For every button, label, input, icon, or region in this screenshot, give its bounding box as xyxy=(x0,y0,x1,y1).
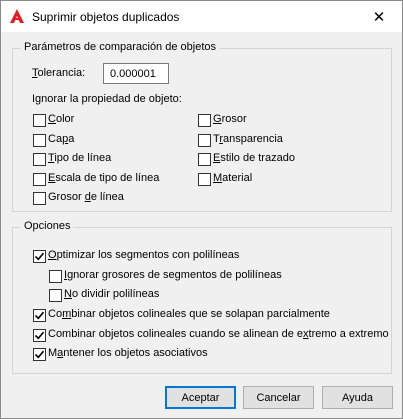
prop-lineweight-checkbox[interactable] xyxy=(33,192,46,205)
prop-thickness-checkbox[interactable] xyxy=(198,114,211,127)
close-button[interactable]: ✕ xyxy=(356,1,402,32)
prop-material-checkbox[interactable] xyxy=(198,173,211,186)
option-combine-overlapping-checkbox[interactable] xyxy=(33,309,46,322)
option-keep-associative-checkbox[interactable] xyxy=(33,348,46,361)
prop-plot-style-checkbox[interactable] xyxy=(198,153,211,166)
prop-plot-style-label: Estilo de trazado xyxy=(213,152,295,164)
option-optimize-polylines-label: Optimizar los segmentos con polilíneas xyxy=(48,249,240,261)
checkmark-icon xyxy=(34,252,45,261)
prop-material-label: Material xyxy=(213,172,253,184)
option-combine-end-to-end-checkbox[interactable] xyxy=(33,329,46,342)
checkmark-icon xyxy=(34,331,45,340)
option-optimize-polylines-checkbox[interactable] xyxy=(33,250,46,263)
prop-color-checkbox[interactable] xyxy=(33,114,46,127)
window-title: Suprimir objetos duplicados xyxy=(32,10,180,24)
checkmark-icon xyxy=(34,350,45,359)
tolerance-input[interactable] xyxy=(103,63,169,84)
prop-layer-checkbox[interactable] xyxy=(33,134,46,147)
title-bar: Suprimir objetos duplicados ✕ xyxy=(1,1,402,32)
prop-thickness-label: Grosor xyxy=(213,113,247,125)
comparison-params-title: Parámetros de comparación de objetos xyxy=(21,41,219,53)
options-title: Opciones xyxy=(21,220,74,232)
prop-linetype-checkbox[interactable] xyxy=(33,153,46,166)
accept-button[interactable]: Aceptar xyxy=(165,386,236,409)
tolerance-label: Tolerancia: xyxy=(32,67,86,79)
help-button[interactable]: Ayuda xyxy=(322,386,393,409)
prop-lineweight-label: Grosor de línea xyxy=(48,191,124,203)
option-no-break-polylines-label: No dividir polilíneas xyxy=(64,288,160,300)
checkmark-icon xyxy=(34,311,45,320)
cancel-button[interactable]: Cancelar xyxy=(243,386,314,409)
option-combine-end-to-end-label: Combinar objetos colineales cuando se al… xyxy=(48,328,389,340)
option-keep-associative-label: Mantener los objetos asociativos xyxy=(48,347,208,359)
prop-color-label: Color xyxy=(48,113,75,125)
prop-linetype-scale-label: Escala de tipo de línea xyxy=(48,172,160,184)
prop-transparency-checkbox[interactable] xyxy=(198,134,211,147)
option-no-break-polylines-checkbox[interactable] xyxy=(49,289,62,302)
ignore-properties-label: Ignorar la propiedad de objeto: xyxy=(32,93,182,105)
prop-transparency-label: Transparencia xyxy=(213,133,283,145)
dialog-window: Suprimir objetos duplicados ✕ Parámetros… xyxy=(0,0,403,419)
prop-layer-label: Capa xyxy=(48,133,75,145)
option-ignore-polyline-widths-checkbox[interactable] xyxy=(49,270,62,283)
autocad-app-icon xyxy=(10,9,24,23)
prop-linetype-label: Tipo de línea xyxy=(48,152,112,164)
option-combine-overlapping-label: Combinar objetos colineales que se solap… xyxy=(48,308,330,320)
option-ignore-polyline-widths-label: Ignorar grosores de segmentos de polilín… xyxy=(64,269,282,281)
close-icon: ✕ xyxy=(372,8,386,26)
prop-linetype-scale-checkbox[interactable] xyxy=(33,173,46,186)
